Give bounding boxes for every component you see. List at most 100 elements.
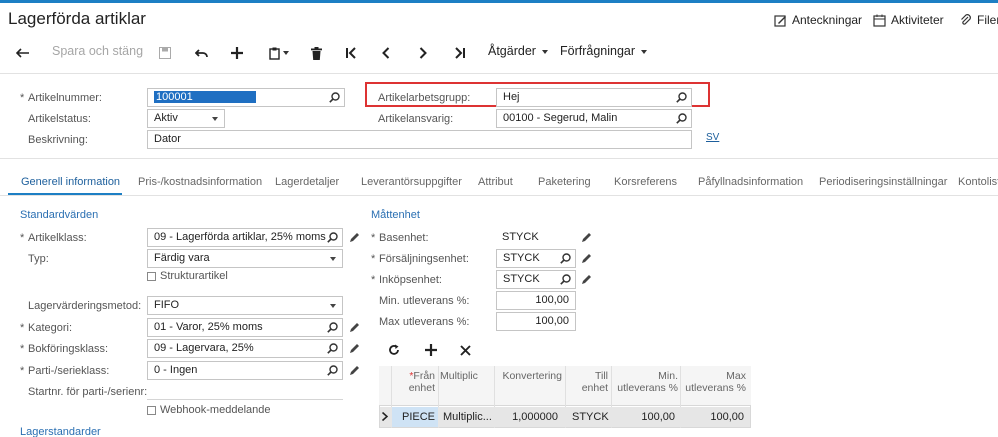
category-field[interactable]: 01 - Varor, 25% moms: [147, 318, 343, 337]
files-label: Filer: [977, 13, 998, 27]
kit-item-checkbox[interactable]: Strukturartikel: [147, 270, 228, 282]
activities-link[interactable]: Aktiviteter: [873, 13, 944, 27]
item-number-field[interactable]: 100001: [147, 88, 345, 107]
warehouse-defaults-title: Lagerstandarder: [20, 426, 101, 437]
work-group-field[interactable]: Hej: [496, 88, 692, 107]
col-from-unit[interactable]: *Från enhet: [393, 370, 435, 394]
add-button[interactable]: [229, 43, 245, 63]
kit-item-label: Strukturartikel: [160, 270, 228, 282]
actions-menu[interactable]: Åtgärder: [488, 44, 548, 58]
refresh-button[interactable]: [386, 340, 402, 360]
undo-button[interactable]: [193, 43, 209, 63]
item-number-label: Artikelnummer:: [20, 92, 102, 104]
pencil-icon[interactable]: [349, 322, 360, 333]
tab-deferral-settings[interactable]: Periodiseringsinställningar: [819, 176, 947, 188]
row-from-unit: PIECE: [402, 411, 436, 423]
type-label: Typ:: [28, 253, 49, 265]
clipboard-icon: [269, 47, 280, 60]
checkbox-box[interactable]: [147, 271, 156, 281]
checkbox-box[interactable]: [147, 405, 156, 415]
item-status-value: Aktiv: [154, 112, 178, 124]
webhook-checkbox[interactable]: Webhook-meddelande: [147, 404, 270, 416]
category-value: 01 - Varor, 25% moms: [154, 321, 263, 333]
row-conversion: 1,000000: [512, 411, 558, 423]
add-row-button[interactable]: [423, 340, 439, 360]
language-link[interactable]: SV: [706, 132, 719, 143]
search-icon[interactable]: [676, 113, 687, 124]
save-button[interactable]: [157, 43, 173, 63]
page-title: Lagerförda artiklar: [8, 9, 146, 28]
back-button[interactable]: [14, 43, 32, 63]
save-close-button[interactable]: Spara och stäng: [52, 44, 143, 58]
first-icon: [346, 47, 356, 59]
tab-packaging[interactable]: Paketering: [538, 176, 591, 188]
tab-general-information[interactable]: Generell information: [21, 176, 120, 188]
notes-icon: [774, 14, 787, 27]
pencil-icon[interactable]: [581, 274, 592, 285]
chevron-left-icon: [382, 47, 390, 59]
col-to-unit[interactable]: Till enhet: [568, 370, 608, 394]
item-status-select[interactable]: Aktiv: [147, 109, 225, 128]
pencil-icon[interactable]: [349, 365, 360, 376]
search-icon[interactable]: [560, 274, 571, 285]
pencil-icon[interactable]: [349, 343, 360, 354]
next-record-button[interactable]: [416, 43, 430, 63]
last-record-button[interactable]: [452, 43, 468, 63]
tab-price-cost[interactable]: Pris-/kostnadsinformation: [138, 176, 262, 188]
chevron-down-icon: [330, 257, 336, 261]
item-class-label: Artikelklass:: [20, 232, 87, 244]
purchase-unit-field[interactable]: STYCK: [496, 270, 576, 289]
col-min-delivery[interactable]: Min. utleverans %: [614, 370, 678, 394]
search-icon[interactable]: [327, 232, 338, 243]
chevron-down-icon: [541, 49, 548, 54]
manager-field[interactable]: 00100 - Segerud, Malin: [496, 109, 692, 128]
search-icon[interactable]: [676, 92, 687, 103]
col-max-delivery[interactable]: Max utleverans %: [682, 370, 746, 394]
actions-menu-label: Åtgärder: [488, 44, 536, 58]
col-conversion[interactable]: Konvertering: [496, 370, 562, 382]
pencil-icon[interactable]: [581, 253, 592, 264]
search-icon[interactable]: [327, 365, 338, 376]
tab-replenishment[interactable]: Påfyllnadsinformation: [698, 176, 803, 188]
copy-paste-menu-button[interactable]: [266, 43, 292, 63]
tab-attributes[interactable]: Attribut: [478, 176, 513, 188]
tab-cross-reference[interactable]: Korsreferens: [614, 176, 677, 188]
sales-unit-field[interactable]: STYCK: [496, 249, 576, 268]
tab-vendor-details[interactable]: Leverantörsuppgifter: [361, 176, 462, 188]
back-arrow-icon: [16, 48, 29, 58]
chevron-down-icon: [283, 51, 289, 55]
tab-warehouse-details[interactable]: Lagerdetaljer: [275, 176, 339, 188]
inquiries-menu[interactable]: Förfrågningar: [560, 44, 648, 58]
notes-link[interactable]: Anteckningar: [774, 13, 862, 27]
posting-class-field[interactable]: 09 - Lagervara, 25%: [147, 339, 343, 358]
previous-record-button[interactable]: [379, 43, 393, 63]
chevron-down-icon: [212, 117, 218, 121]
max-delivery-field[interactable]: 100,00: [496, 312, 576, 331]
item-class-field[interactable]: 09 - Lagerförda artiklar, 25% moms: [147, 228, 343, 247]
search-icon[interactable]: [560, 253, 571, 264]
pencil-icon[interactable]: [349, 232, 360, 243]
first-record-button[interactable]: [343, 43, 359, 63]
lot-serial-field[interactable]: 0 - Ingen: [147, 361, 343, 380]
delete-button[interactable]: [309, 43, 323, 63]
purchase-unit-label: Inköpsenhet:: [371, 274, 442, 286]
valuation-select[interactable]: FIFO: [147, 296, 343, 315]
delete-row-button[interactable]: [457, 340, 473, 360]
search-icon[interactable]: [327, 322, 338, 333]
sales-unit-label: Försäljningsenhet:: [371, 253, 469, 265]
pencil-icon[interactable]: [581, 232, 592, 243]
tab-account-list[interactable]: Kontolista: [958, 176, 998, 188]
refresh-icon: [389, 344, 399, 355]
files-link[interactable]: Filer: [960, 13, 998, 27]
search-icon[interactable]: [327, 343, 338, 354]
min-delivery-field[interactable]: 100,00: [496, 291, 576, 310]
toolbar-divider: [0, 73, 998, 74]
uom-section-title: Måttenhet: [371, 209, 420, 221]
description-label: Beskrivning:: [28, 134, 88, 146]
col-multiply[interactable]: Multiplic: [440, 370, 492, 382]
start-number-field[interactable]: [147, 399, 343, 400]
type-select[interactable]: Färdig vara: [147, 249, 343, 268]
work-group-label: Artikelarbetsgrupp:: [378, 92, 471, 104]
search-icon[interactable]: [329, 92, 340, 103]
description-field[interactable]: Dator: [147, 130, 692, 149]
